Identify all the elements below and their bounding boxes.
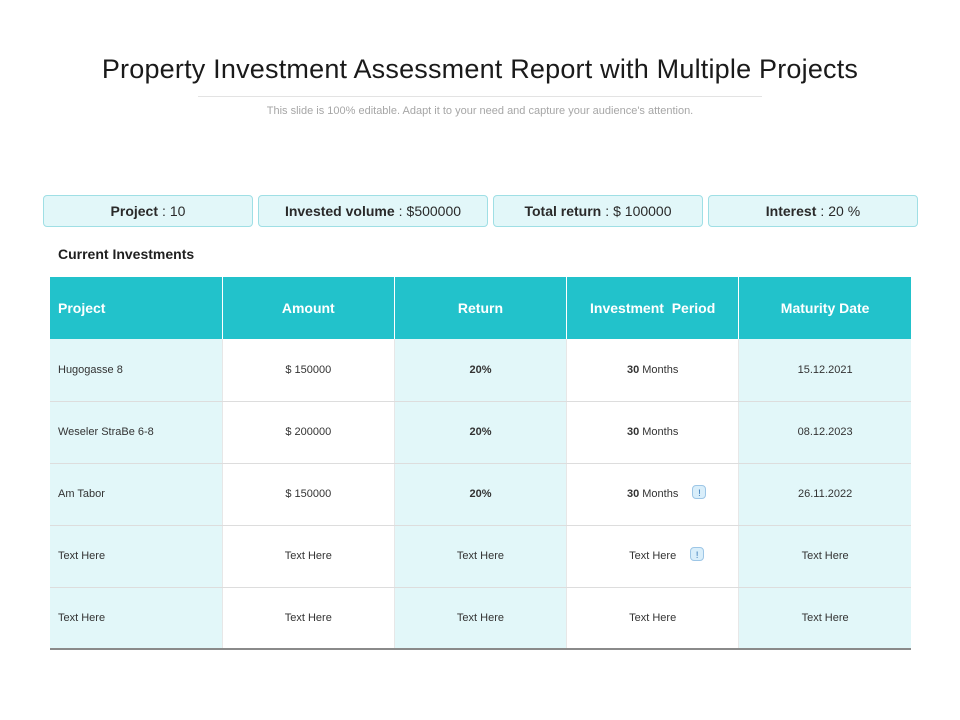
cell-maturity: Text Here (738, 587, 911, 650)
cell-return: Text Here (394, 587, 568, 650)
column-header-maturity-date: Maturity Date (738, 277, 911, 339)
stat-box-invested-volume: Invested volume : $500000 (258, 195, 488, 227)
stat-separator: : (820, 203, 825, 219)
period-unit: Months (642, 363, 679, 376)
stat-box-total-return: Total return : $ 100000 (493, 195, 703, 227)
column-header-investment-period: Investment Period (566, 277, 740, 339)
title-divider (198, 96, 762, 97)
cell-amount: Text Here (222, 525, 395, 588)
stat-box-project: Project : 10 (43, 195, 253, 227)
investments-table: Project Amount Return Investment Period … (50, 277, 911, 650)
stat-label-invested-volume: Invested volume (284, 203, 395, 219)
period-unit: Months (642, 488, 679, 500)
table-row: Text Here Text Here Text Here Text Here … (50, 587, 911, 650)
cell-amount: Text Here (222, 587, 395, 650)
cell-maturity: Text Here (738, 525, 911, 588)
section-label-current-investments: Current Investments (58, 246, 195, 262)
stat-value-project: 10 (169, 203, 186, 219)
stat-value-interest: 20 % (828, 203, 861, 219)
stat-label-total-return: Total return (524, 203, 602, 219)
stat-value-invested-volume: $500000 (406, 203, 462, 219)
period-unit: Months (642, 426, 679, 438)
stat-separator: : (398, 203, 403, 219)
comment-badge-icon[interactable]: ! (690, 547, 705, 561)
stat-label-project: Project (110, 203, 158, 219)
cell-period: Text Here (566, 587, 740, 650)
stat-value-total-return: $ 100000 (613, 203, 672, 219)
period-wrap: 30 Months! (626, 485, 707, 500)
return-value: 20% (469, 488, 492, 500)
cell-return: 20% (394, 339, 568, 402)
stat-separator: : (605, 203, 610, 219)
column-header-amount: Amount (222, 277, 395, 339)
cell-maturity: 08.12.2023 (738, 401, 911, 464)
stat-label-interest: Interest (765, 203, 817, 219)
cell-project: Text Here (50, 525, 223, 588)
cell-amount: $ 200000 (222, 401, 395, 464)
cell-amount: $ 150000 (222, 463, 395, 526)
return-value: 20% (469, 363, 492, 376)
return-value: 20% (469, 426, 492, 438)
cell-project: Am Tabor (50, 463, 223, 526)
cell-project: Text Here (50, 587, 223, 650)
cell-period: 30 Months (566, 401, 740, 464)
cell-period: 30 Months (566, 339, 740, 402)
period-text: Text Here (629, 550, 677, 562)
stat-box-interest: Interest : 20 % (708, 195, 918, 227)
period-number: 30 (626, 488, 640, 500)
table-header-row: Project Amount Return Investment Period … (50, 277, 911, 339)
page-title: Property Investment Assessment Report wi… (101, 54, 859, 84)
cell-project: Weseler StraBe 6-8 (50, 401, 223, 464)
cell-project: Hugogasse 8 (50, 339, 223, 402)
column-header-return: Return (394, 277, 568, 339)
period-number: 30 (626, 363, 640, 376)
table-row: Weseler StraBe 6-8 $ 200000 20% 30 Month… (50, 401, 911, 464)
comment-badge-icon[interactable]: ! (692, 485, 707, 499)
cell-maturity: 15.12.2021 (738, 339, 911, 402)
cell-period: Text Here! (566, 525, 740, 588)
cell-return: Text Here (394, 525, 568, 588)
cell-maturity: 26.11.2022 (738, 463, 911, 526)
table-row: Hugogasse 8 $ 150000 20% 30 Months 15.12… (50, 339, 911, 402)
page-subtitle: This slide is 100% editable. Adapt it to… (266, 105, 694, 117)
period-wrap: Text Here! (629, 547, 705, 562)
cell-period: 30 Months! (566, 463, 740, 526)
stat-separator: : (162, 203, 166, 219)
table-row: Text Here Text Here Text Here Text Here!… (50, 525, 911, 588)
cell-return: 20% (394, 463, 568, 526)
period-number: 30 (626, 426, 640, 438)
cell-return: 20% (394, 401, 568, 464)
cell-amount: $ 150000 (222, 339, 395, 402)
table-row: Am Tabor $ 150000 20% 30 Months! 26.11.2… (50, 463, 911, 526)
column-header-project: Project (50, 277, 223, 339)
